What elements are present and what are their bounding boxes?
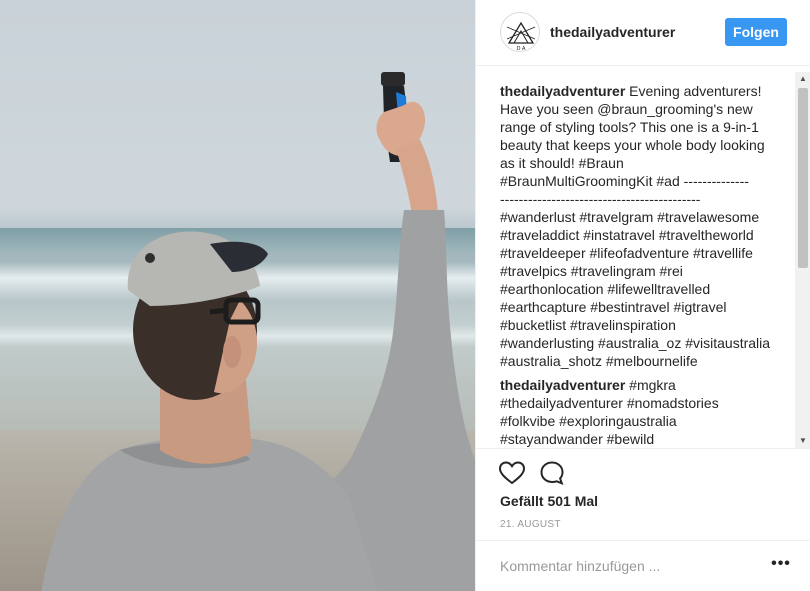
comment-text: beauty that keeps your whole body lookin…	[500, 137, 765, 153]
comment-text: Evening adventurers!	[629, 83, 762, 99]
hashtag-line[interactable]: #traveldeeper #lifeofadventure #travelli…	[500, 244, 790, 262]
more-options-icon[interactable]: •••	[770, 555, 792, 577]
comment-input[interactable]	[500, 555, 750, 577]
hashtag-line[interactable]: #folkvibe #exploringaustralia	[500, 412, 790, 430]
speech-bubble-icon	[540, 461, 564, 486]
comment-username[interactable]: thedailyadventurer	[500, 377, 625, 393]
comment-text: as it should! #Braun	[500, 155, 624, 171]
comments-section[interactable]: thedailyadventurer Evening adventurers! …	[476, 72, 810, 448]
post-header: D A thedailyadventurer Folgen	[476, 0, 810, 66]
scroll-down-arrow-icon[interactable]: ▼	[795, 434, 810, 448]
logo-icon: D A	[506, 21, 536, 52]
post-photo[interactable]	[0, 0, 475, 591]
heart-icon	[498, 461, 526, 485]
reply-comment: thedailyadventurer #mgkra #thedailyadven…	[500, 376, 790, 448]
photo-person-illustration	[41, 72, 475, 591]
comment-text: #BraunMultiGroomingKit #ad -------------…	[500, 173, 749, 189]
post-panel: D A thedailyadventurer Folgen thedailyad…	[475, 0, 810, 591]
comment-text: ----------------------------------------…	[500, 191, 701, 207]
hashtag-line[interactable]: #stayandwander #bewild	[500, 430, 790, 448]
post-username[interactable]: thedailyadventurer	[550, 24, 675, 40]
comment-text: Have you seen @braun_grooming's new	[500, 101, 753, 117]
comment-username[interactable]: thedailyadventurer	[500, 83, 625, 99]
hashtag-line[interactable]: #wanderlust #travelgram #travelawesome	[500, 208, 790, 226]
hashtag-line[interactable]: #wanderlusting #australia_oz #visitaustr…	[500, 334, 790, 352]
likes-count[interactable]: Gefällt 501 Mal	[500, 493, 598, 509]
follow-button[interactable]: Folgen	[725, 18, 787, 46]
hashtag-line[interactable]: #australia_shotz #melbournelife	[500, 352, 790, 370]
hashtag-line[interactable]: #bucketlist #travelinspiration	[500, 316, 790, 334]
like-button[interactable]	[498, 459, 526, 487]
comment-text: range of styling tools? This one is a 9-…	[500, 119, 759, 135]
comment-button[interactable]	[538, 459, 566, 487]
hashtag-line[interactable]: #thedailyadventurer #nomadstories	[500, 394, 790, 412]
add-comment-bar: •••	[476, 540, 810, 591]
hashtag-line[interactable]: #travelpics #travelingram #rei	[500, 262, 790, 280]
hashtag-line[interactable]: #mgkra	[629, 377, 676, 393]
avatar[interactable]: D A	[500, 12, 540, 52]
scroll-thumb[interactable]	[798, 88, 808, 268]
hashtag-line[interactable]: #traveladdict #instatravel #travelthewor…	[500, 226, 790, 244]
hashtag-line[interactable]: #earthonlocation #lifewelltravelled	[500, 280, 790, 298]
comments-scrollbar[interactable]: ▲ ▼	[795, 72, 810, 448]
caption-comment: thedailyadventurer Evening adventurers! …	[500, 82, 790, 370]
hashtag-line[interactable]: #earthcapture #bestintravel #igtravel	[500, 298, 790, 316]
post-date: 21. AUGUST	[500, 519, 561, 530]
post-actions: Gefällt 501 Mal 21. AUGUST	[476, 448, 810, 540]
scroll-up-arrow-icon[interactable]: ▲	[795, 72, 810, 86]
svg-text:D A: D A	[517, 46, 526, 52]
